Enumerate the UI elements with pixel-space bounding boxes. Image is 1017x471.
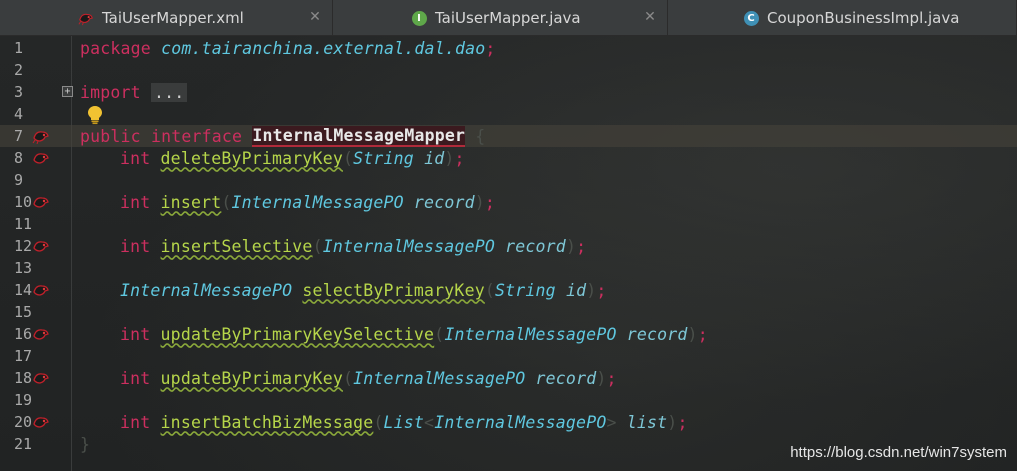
line-number: 2 <box>14 61 24 79</box>
mybatis-bird-icon[interactable] <box>32 370 50 386</box>
code-line-9[interactable]: 9 <box>0 169 1017 191</box>
lightbulb-icon[interactable] <box>86 105 104 125</box>
line-number: 1 <box>14 39 24 57</box>
line-number: 3 <box>14 83 24 101</box>
code-line-20[interactable]: 20 int insertBatchBizMessage(List < Intern… <box>0 411 1017 433</box>
line-number: 11 <box>14 215 33 233</box>
code-text: int insertSelective(InternalMessagePO re… <box>120 236 587 256</box>
line-number: 17 <box>14 347 33 365</box>
code-editor[interactable]: 1 package com.tairanchina.external.dal.d… <box>0 36 1017 471</box>
line-number: 4 <box>14 105 24 123</box>
line-number: 9 <box>14 171 24 189</box>
mybatis-bird-icon[interactable] <box>32 128 50 144</box>
tab-tai-user-mapper-xml[interactable]: TaiUserMapper.xml ✕ <box>0 0 333 36</box>
code-line-11[interactable]: 11 <box>0 213 1017 235</box>
code-line-19[interactable]: 19 <box>0 389 1017 411</box>
mybatis-bird-icon[interactable] <box>32 150 50 166</box>
line-number: 21 <box>14 435 33 453</box>
code-text: int insertBatchBizMessage(List < InternalM… <box>120 412 688 432</box>
code-line-7[interactable]: 7 public interface InternalMessageMapper… <box>0 125 1017 147</box>
class-c-icon: C <box>743 10 759 26</box>
mybatis-bird-icon[interactable] <box>32 194 50 210</box>
interface-name: InternalMessageMapper <box>252 125 466 147</box>
tab-label: CouponBusinessImpl.java <box>767 9 960 27</box>
code-text: public interface InternalMessageMapper { <box>80 125 486 147</box>
code-line-2[interactable]: 2 <box>0 59 1017 81</box>
code-line-15[interactable]: 15 <box>0 301 1017 323</box>
code-text: int insert(InternalMessagePO record); <box>120 192 496 212</box>
code-line-13[interactable]: 13 <box>0 257 1017 279</box>
code-text: int updateByPrimaryKey(InternalMessagePO… <box>120 368 617 388</box>
code-text: package com.tairanchina.external.dal.dao… <box>80 38 496 58</box>
mybatis-bird-icon <box>78 10 94 26</box>
code-line-1[interactable]: 1 package com.tairanchina.external.dal.d… <box>0 37 1017 59</box>
line-number: 13 <box>14 259 33 277</box>
watermark-text: https://blog.csdn.net/win7system <box>790 444 1007 461</box>
editor-tab-bar: TaiUserMapper.xml ✕ I TaiUserMapper.java… <box>0 0 1017 36</box>
code-text: int deleteByPrimaryKey(String id); <box>120 148 465 168</box>
code-line-10[interactable]: 10 int insert(InternalMessagePO record); <box>0 191 1017 213</box>
interface-i-icon: I <box>411 10 427 26</box>
line-number: 19 <box>14 391 33 409</box>
code-text: int updateByPrimaryKeySelective(Internal… <box>120 324 708 344</box>
mybatis-bird-icon[interactable] <box>32 282 50 298</box>
tab-tai-user-mapper-java[interactable]: I TaiUserMapper.java ✕ <box>333 0 668 36</box>
code-text: InternalMessagePO selectByPrimaryKey(Str… <box>120 280 607 300</box>
code-line-3[interactable]: 3 + import ... <box>0 81 1017 103</box>
code-line-16[interactable]: 16 int updateByPrimaryKeySelective(Inter… <box>0 323 1017 345</box>
code-line-8[interactable]: 8 int deleteByPrimaryKey(String id); <box>0 147 1017 169</box>
tab-label: TaiUserMapper.xml <box>102 9 244 27</box>
import-fold-placeholder[interactable]: ... <box>150 82 188 102</box>
code-line-17[interactable]: 17 <box>0 345 1017 367</box>
code-line-14[interactable]: 14 InternalMessagePO selectByPrimaryKey(… <box>0 279 1017 301</box>
close-icon[interactable]: ✕ <box>643 10 657 24</box>
mybatis-bird-icon[interactable] <box>32 326 50 342</box>
tab-label: TaiUserMapper.java <box>435 9 581 27</box>
tab-coupon-business-impl[interactable]: C CouponBusinessImpl.java <box>668 0 1017 36</box>
code-text: } <box>80 434 91 454</box>
code-line-12[interactable]: 12 int insertSelective(InternalMessagePO… <box>0 235 1017 257</box>
mybatis-bird-icon[interactable] <box>32 414 50 430</box>
code-text: import ... <box>80 81 188 103</box>
code-line-18[interactable]: 18 int updateByPrimaryKey(InternalMessag… <box>0 367 1017 389</box>
mybatis-bird-icon[interactable] <box>32 238 50 254</box>
line-number: 15 <box>14 303 33 321</box>
fold-expand-icon[interactable]: + <box>62 86 73 97</box>
code-line-4[interactable]: 4 <box>0 103 1017 125</box>
close-icon[interactable]: ✕ <box>308 10 322 24</box>
